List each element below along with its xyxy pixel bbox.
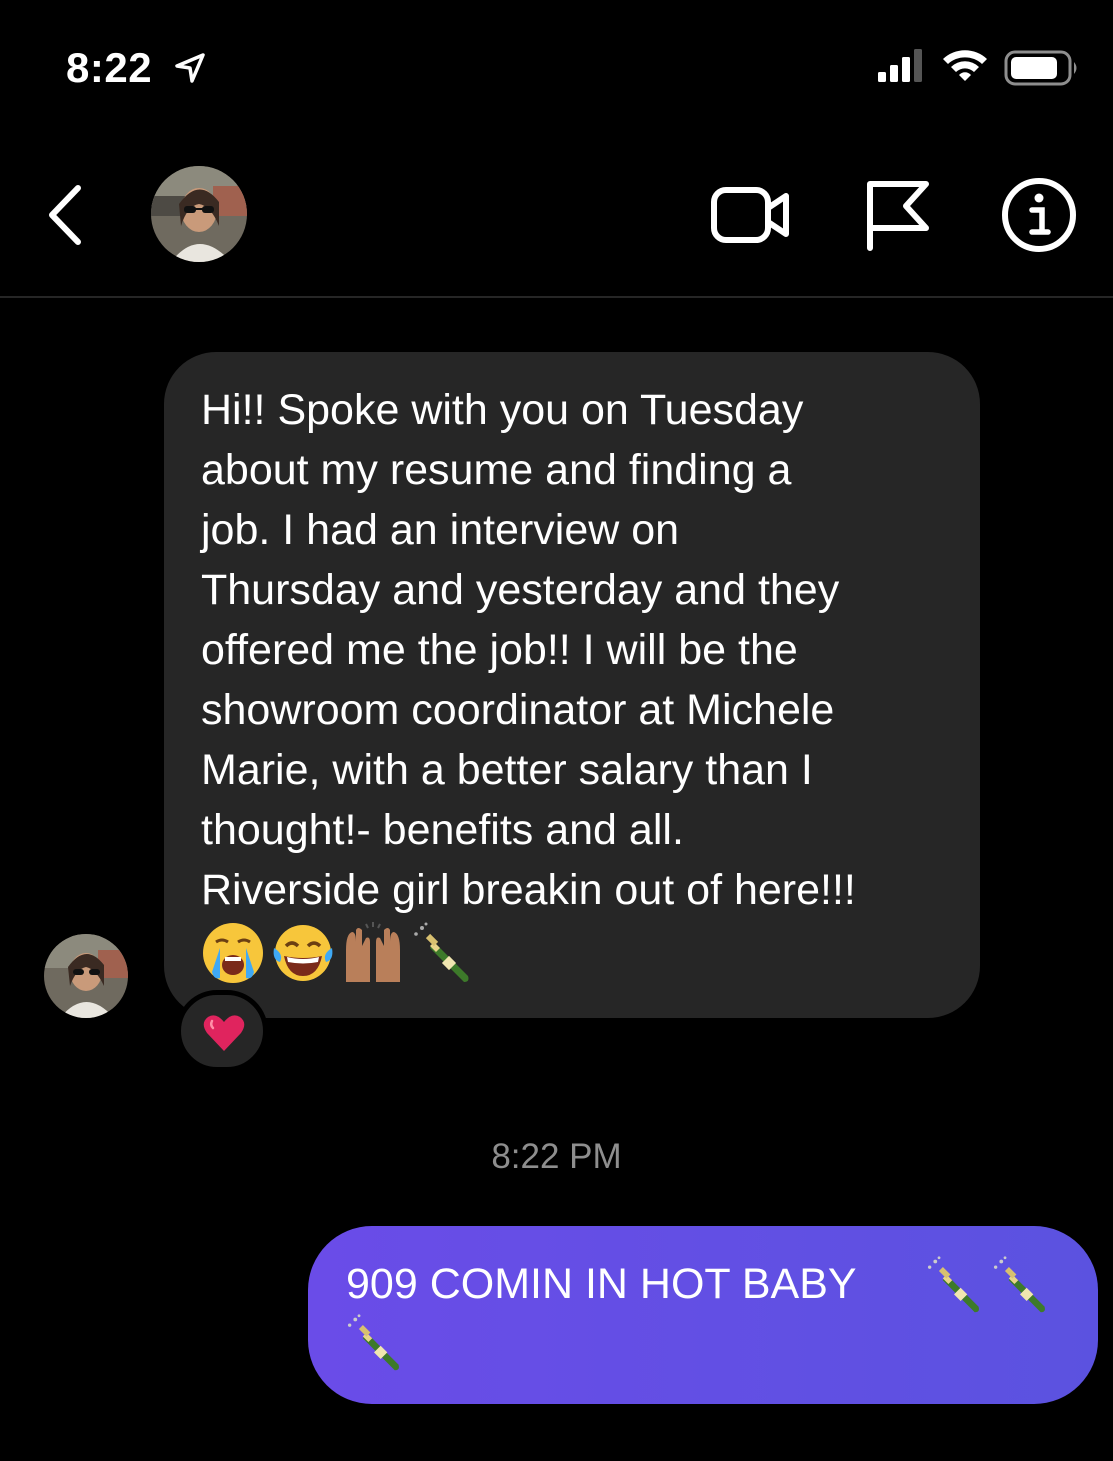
champagne-bottle-icon (993, 1256, 1045, 1313)
status-time: 8:22 (66, 44, 153, 91)
header-divider (0, 296, 1113, 298)
red-heart-icon (203, 1015, 245, 1051)
raising-hands-icon (346, 922, 400, 982)
sender-avatar[interactable] (44, 934, 128, 1018)
flag-icon[interactable] (862, 176, 932, 252)
received-message-emojis (200, 920, 476, 988)
champagne-bottle-icon (414, 922, 469, 982)
location-arrow-icon (175, 53, 205, 83)
chevron-left-icon[interactable] (40, 180, 96, 250)
champagne-bottle-icon (927, 1256, 979, 1313)
message-timestamp: 8:22 PM (491, 1137, 622, 1176)
battery-icon (1004, 50, 1077, 86)
received-message-text: Hi!! Spoke with you on Tuesday about my … (201, 386, 856, 914)
cellular-signal-icon (878, 49, 922, 82)
info-icon[interactable] (1000, 176, 1078, 254)
sent-message-text: 909 COMIN IN HOT BABY (346, 1260, 857, 1308)
tears-of-joy-icon (273, 925, 333, 981)
champagne-bottle-icon (347, 1314, 399, 1371)
reaction-badge[interactable] (176, 990, 268, 1072)
wifi-icon (943, 50, 987, 81)
avatar[interactable] (151, 166, 247, 262)
video-call-icon[interactable] (708, 182, 792, 248)
crying-face-icon (203, 923, 263, 983)
